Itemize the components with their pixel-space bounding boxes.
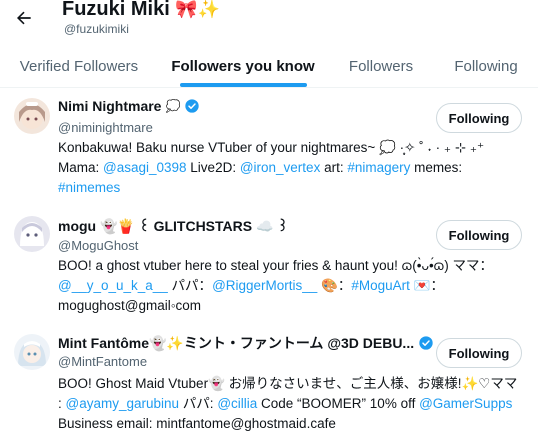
user-handle[interactable]: @niminightmare — [58, 120, 153, 135]
active-tab-indicator — [180, 83, 307, 87]
user-handle[interactable]: @MintFantome — [58, 354, 147, 369]
bio-text: 🎨： — [317, 278, 352, 293]
bio-text: art: — [320, 160, 348, 175]
tab-verified-followers[interactable]: Verified Followers — [6, 44, 152, 88]
user-bio: BOO! a ghost vtuber here to steal your f… — [58, 256, 528, 316]
bio-line: @__y_o_u_k_a__ パパ：@RiggerMortis__ 🎨：#Mog… — [58, 276, 528, 296]
mention-link[interactable]: @asagi_0398 — [103, 160, 187, 175]
bio-line: : @ayamy_garubinu パパ: @cillia Code “BOOM… — [58, 394, 528, 414]
bio-line: Mama: @asagi_0398 Live2D: @iron_vertex a… — [58, 158, 528, 178]
back-button[interactable] — [10, 4, 38, 32]
user-name-row[interactable]: Mint Fantôme👻✨ミント・ファントーム @3D DEBU... — [58, 333, 434, 353]
user-bio: Konbakuwa! Baku nurse VTuber of your nig… — [58, 138, 528, 198]
bio-text: Code “BOOMER” 10% off — [257, 396, 420, 411]
user-cell-mogu[interactable]: mogu 👻🍟 ꒰ GLITCHSTARS ☁️ ꒱ @MoguGhost Fo… — [0, 208, 538, 320]
user-handle[interactable]: @MoguGhost — [58, 238, 138, 253]
tab-followers-you-know[interactable]: Followers you know — [166, 44, 320, 88]
bio-line: BOO! a ghost vtuber here to steal your f… — [58, 258, 493, 273]
following-button[interactable]: Following — [436, 338, 522, 368]
avatar[interactable] — [14, 334, 50, 370]
mention-link[interactable]: @cillia — [217, 396, 257, 411]
user-cell-mint[interactable]: Mint Fantôme👻✨ミント・ファントーム @3D DEBU... @Mi… — [0, 324, 538, 440]
tab-following[interactable]: Following — [444, 44, 528, 88]
follower-tabs: Verified Followers Followers you know Fo… — [0, 44, 538, 88]
user-name-row[interactable]: Nimi Nightmare 💭 — [58, 98, 200, 114]
bio-line: Konbakuwa! Baku nurse VTuber of your nig… — [58, 140, 485, 155]
hashtag-link[interactable]: #nimagery — [347, 160, 410, 175]
verified-badge-icon — [185, 99, 200, 113]
bio-line: Business email: mintfantome@ghostmaid.ca… — [58, 416, 336, 431]
tab-followers[interactable]: Followers — [340, 44, 422, 88]
bio-text: : — [58, 396, 66, 411]
bio-line: BOO! Ghost Maid Vtuber👻 お帰りなさいませ、ご主人様、お嬢… — [58, 376, 518, 391]
user-name[interactable]: Nimi Nightmare — [58, 98, 161, 114]
following-button[interactable]: Following — [436, 220, 522, 250]
profile-handle: @fuzukimiki — [64, 22, 129, 36]
mention-link[interactable]: @__y_o_u_k_a__ — [58, 278, 168, 293]
user-name[interactable]: mogu 👻🍟 ꒰ GLITCHSTARS ☁️ ꒱ — [58, 217, 288, 235]
hashtag-link[interactable]: #nimemes — [58, 178, 528, 198]
user-cell-nimi[interactable]: Nimi Nightmare 💭 @niminightmare Followin… — [0, 88, 538, 200]
bio-text: 💌： — [409, 278, 444, 293]
avatar[interactable] — [14, 98, 50, 134]
mention-link[interactable]: @ayamy_garubinu — [66, 396, 180, 411]
mention-link[interactable]: @GamerSupps — [419, 396, 512, 411]
hashtag-link[interactable]: #MoguArt — [351, 278, 410, 293]
bio-text: パパ： — [167, 278, 213, 293]
mention-link[interactable]: @iron_vertex — [240, 160, 321, 175]
user-name[interactable]: Mint Fantôme👻✨ミント・ファントーム @3D DEBU... — [58, 333, 414, 353]
bio-text: Mama: — [58, 160, 104, 175]
profile-header: Fuzuki Miki 🎀✨ @fuzukimiki — [0, 0, 538, 44]
user-name-row[interactable]: mogu 👻🍟 ꒰ GLITCHSTARS ☁️ ꒱ — [58, 217, 288, 235]
bio-text: memes: — [410, 160, 463, 175]
page-title: Fuzuki Miki 🎀✨ — [62, 0, 220, 21]
bio-line: mogughost@gmail◦com — [58, 298, 202, 313]
following-button[interactable]: Following — [436, 103, 522, 133]
thought-bubble-emoji: 💭 — [165, 99, 181, 113]
verified-badge-icon — [419, 336, 433, 350]
mention-link[interactable]: @RiggerMortis__ — [212, 278, 317, 293]
bio-text: Live2D: — [186, 160, 240, 175]
ribbon-sparkle-emoji: 🎀✨ — [175, 0, 221, 19]
profile-name: Fuzuki Miki — [62, 0, 170, 20]
bio-text: パパ: — [179, 396, 218, 411]
user-bio: BOO! Ghost Maid Vtuber👻 お帰りなさいませ、ご主人様、お嬢… — [58, 374, 528, 434]
back-arrow-icon — [17, 11, 31, 25]
avatar[interactable] — [14, 216, 50, 252]
